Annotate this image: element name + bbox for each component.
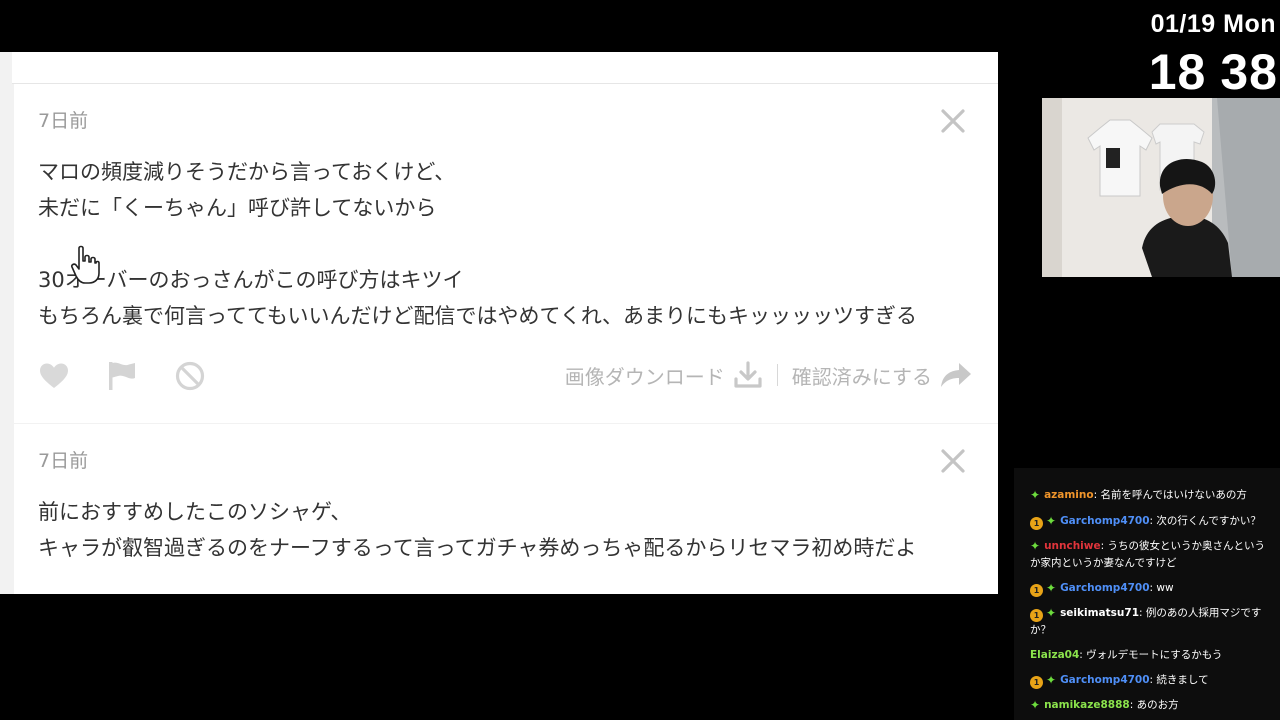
flag-icon[interactable] (106, 360, 138, 392)
live-chat: ✦ azamino: 名前を呼んではいけないあの方 1 ✦ Garchomp4700:… (1014, 468, 1280, 720)
block-icon[interactable] (174, 360, 206, 392)
action-divider (776, 364, 778, 386)
chat-text: : 名前を呼んではいけないあの方 (1093, 489, 1247, 501)
chat-message: 1 ✦ Garchomp4700: 続きまして (1030, 672, 1274, 689)
moderator-star-icon: ✦ (1030, 698, 1041, 712)
message-card: 7日前 前におすすめしたこのソシャゲ、 キャラが叡智過ぎるのをナーフするって言っ… (14, 424, 998, 594)
message-line: キャラが叡智過ぎるのをナーフするって言ってガチャ券めっちゃ配るからリセマラ初め時… (38, 536, 917, 560)
message-line: もちろん裏で何言っててもいいんだけど配信ではやめてくれ、あまりにもキッッッッツす… (38, 304, 918, 328)
chat-text: : ww (1149, 582, 1174, 594)
chat-text: : 続きまして (1149, 674, 1209, 686)
hand-cursor-icon (71, 245, 100, 284)
moderator-star-icon: ✦ (1030, 539, 1041, 553)
message-actions: 画像ダウンロード 確認済みにする (565, 360, 972, 390)
chat-username[interactable]: Garchomp4700 (1060, 582, 1149, 594)
webcam-image (1042, 98, 1280, 277)
chat-message: 1 ✦ Garchomp4700: ww (1030, 580, 1274, 597)
sub-badge: 1 (1030, 609, 1043, 622)
message-body: マロの頻度減りそうだから言っておくけど、 未だに「くーちゃん」呼び許してないから… (38, 154, 917, 334)
chat-text: : あのお方 (1129, 699, 1179, 711)
close-icon[interactable] (940, 448, 966, 474)
close-icon[interactable] (940, 108, 966, 134)
overlay-time: 18 38 (1149, 44, 1278, 100)
webcam-feed (1042, 98, 1280, 277)
message-card: 7日前 マロの頻度減りそうだから言っておくけど、 未だに「くーちゃん」呼び許して… (14, 84, 998, 423)
moderator-star-icon: ✦ (1030, 488, 1041, 502)
heart-icon[interactable] (38, 360, 70, 392)
moderator-star-icon: ✦ (1046, 673, 1057, 687)
chat-message: ✦ unnchiwe: うちの彼女というか奥さんというか家内というか妻なんですけど (1030, 538, 1274, 572)
moderator-star-icon: ✦ (1046, 606, 1057, 620)
chat-username[interactable]: seikimatsu71 (1060, 607, 1139, 619)
chat-message: 1 ✦ seikimatsu71: 例のあの人採用マジですか？ (1030, 605, 1274, 639)
chat-username[interactable]: unnchiwe (1044, 540, 1101, 552)
download-icon[interactable] (733, 360, 763, 390)
overlay-hour: 18 (1148, 44, 1207, 100)
moderator-star-icon: ✦ (1046, 581, 1057, 595)
chat-message: ✦ namikaze8888: あのお方 (1030, 697, 1274, 714)
chat-message: Elaiza04: ヴォルデモートにするかもう (1030, 647, 1274, 664)
mark-confirmed-button[interactable]: 確認済みにする (792, 361, 932, 390)
reaction-actions (38, 360, 206, 392)
chat-username[interactable]: Elaiza04 (1030, 649, 1079, 661)
previous-card-edge (12, 52, 998, 84)
moderator-star-icon: ✦ (1046, 514, 1057, 528)
sub-badge: 1 (1030, 517, 1043, 530)
message-timestamp: 7日前 (38, 450, 89, 472)
message-panel: 7日前 マロの頻度減りそうだから言っておくけど、 未だに「くーちゃん」呼び許して… (0, 52, 998, 594)
chat-text: : 次の行くんですかい？ (1149, 515, 1261, 527)
message-timestamp: 7日前 (38, 110, 89, 132)
message-line: 30オーバーのおっさんがこの呼び方はキツイ (38, 268, 464, 292)
download-image-button[interactable]: 画像ダウンロード (565, 361, 725, 390)
message-line: 未だに「くーちゃん」呼び許してないから (38, 196, 437, 220)
chat-username[interactable]: Garchomp4700 (1060, 515, 1149, 527)
chat-username[interactable]: azamino (1044, 489, 1094, 501)
overlay-date: 01/19 Mon (1150, 10, 1276, 38)
chat-username[interactable]: Garchomp4700 (1060, 674, 1149, 686)
chat-text: : ヴォルデモートにするかもう (1079, 649, 1223, 661)
share-arrow-icon[interactable] (940, 361, 972, 389)
chat-message: 1 ✦ Garchomp4700: 次の行くんですかい？ (1030, 513, 1274, 530)
message-body: 前におすすめしたこのソシャゲ、 キャラが叡智過ぎるのをナーフするって言ってガチャ… (38, 494, 916, 566)
chat-message: ✦ azamino: 名前を呼んではいけないあの方 (1030, 487, 1274, 504)
message-line: 前におすすめしたこのソシャゲ、 (38, 500, 352, 524)
sub-badge: 1 (1030, 584, 1043, 597)
sub-badge: 1 (1030, 676, 1043, 689)
message-line-blank (38, 226, 917, 262)
chat-username[interactable]: namikaze8888 (1044, 699, 1130, 711)
overlay-minute: 38 (1220, 44, 1278, 100)
message-line: マロの頻度減りそうだから言っておくけど、 (38, 160, 456, 184)
